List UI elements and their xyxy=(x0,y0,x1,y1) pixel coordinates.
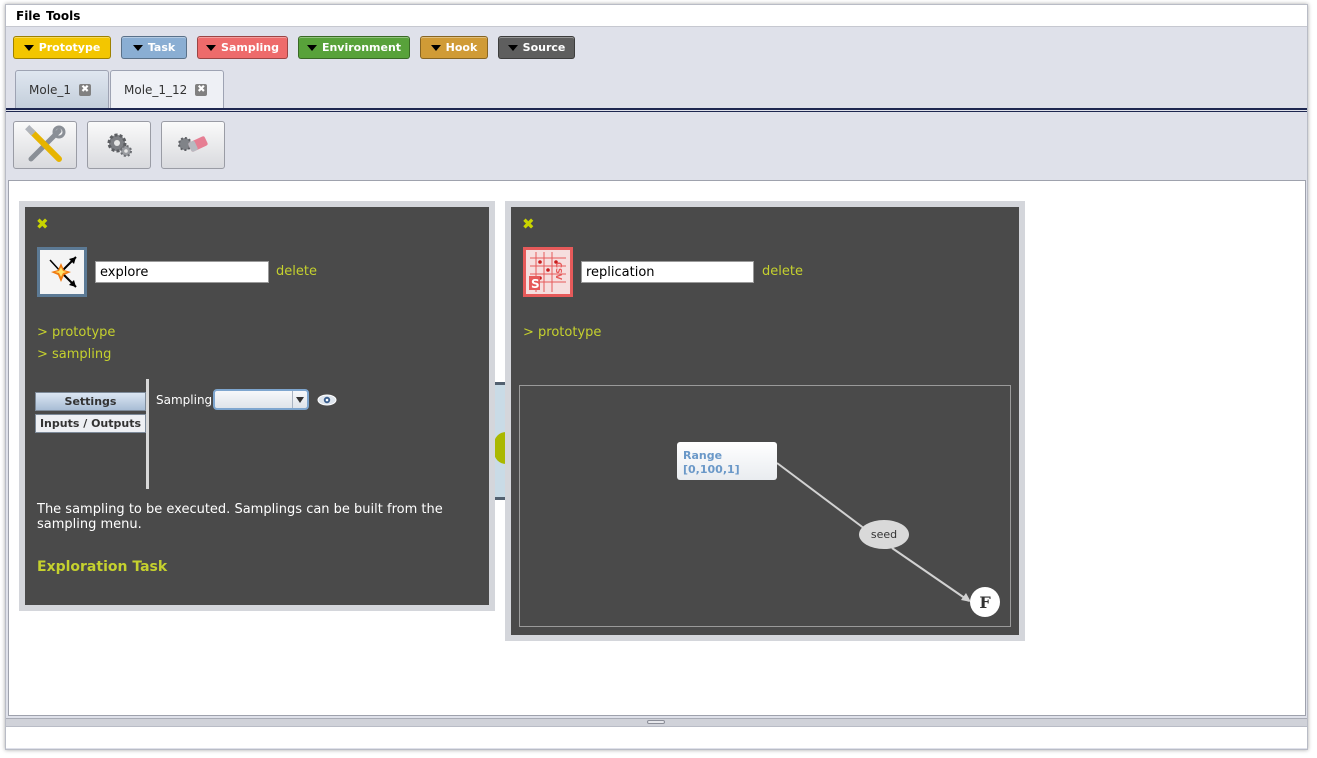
dropdown-arrow-icon xyxy=(430,44,441,51)
close-icon[interactable]: ✖ xyxy=(79,84,92,96)
sampling-description: The sampling to be executed. Samplings c… xyxy=(37,502,443,532)
sampling-link[interactable]: > sampling xyxy=(37,347,111,362)
task-type-label: Exploration Task xyxy=(37,559,168,575)
dropdown-arrow-icon xyxy=(507,44,518,51)
tab-label: Mole_1_12 xyxy=(124,83,188,97)
menu-bar: File Tools xyxy=(6,5,1307,27)
status-bar xyxy=(6,726,1307,748)
tab-mole-1-12[interactable]: Mole_1_12 ✖ xyxy=(110,70,224,109)
task-name-input[interactable] xyxy=(581,261,754,283)
svg-text:CSV: CSV xyxy=(554,262,563,281)
close-icon[interactable]: ✖ xyxy=(195,84,208,96)
tools-icon xyxy=(25,125,66,162)
prototype-link[interactable]: > prototype xyxy=(523,325,601,340)
svg-text:S: S xyxy=(531,277,540,291)
dropdown-arrow-icon xyxy=(306,44,317,51)
eraser-icon xyxy=(178,136,208,152)
environment-palette-button[interactable]: Environment xyxy=(298,36,410,59)
sampling-label: Sampling xyxy=(156,393,213,407)
final-node[interactable]: F xyxy=(970,587,1000,617)
gear-icon xyxy=(107,133,132,157)
eye-icon[interactable] xyxy=(317,394,337,406)
tab-label: Mole_1 xyxy=(29,83,72,97)
range-node-value: [0,100,1] xyxy=(683,463,740,476)
csv-sampling-icon[interactable]: S CSV xyxy=(523,247,573,297)
drag-handle-icon[interactable] xyxy=(647,720,665,724)
tab-inputs-outputs[interactable]: Inputs / Outputs xyxy=(35,414,146,433)
task-palette-button[interactable]: Task xyxy=(121,36,187,59)
dropdown-arrow-icon xyxy=(132,44,143,51)
delete-link[interactable]: delete xyxy=(276,264,317,279)
side-tab-divider xyxy=(146,379,149,489)
hook-palette-button[interactable]: Hook xyxy=(420,36,488,59)
build-tools-button[interactable] xyxy=(13,121,77,169)
range-node[interactable]: Range [0,100,1] xyxy=(677,442,777,480)
prototype-link[interactable]: > prototype xyxy=(37,325,115,340)
graph-edges xyxy=(776,462,971,602)
tab-mole-1[interactable]: Mole_1 ✖ xyxy=(15,70,109,109)
sampling-select[interactable] xyxy=(213,389,309,410)
replication-panel: ✖ S CSV delete > prototype Range [0,100,… xyxy=(511,207,1019,635)
prototype-palette-button[interactable]: Prototype xyxy=(13,36,111,59)
explore-panel: ✖ delete > prototype > sampling Settings… xyxy=(25,207,489,605)
menu-file[interactable]: File xyxy=(16,9,41,23)
sampling-palette-button[interactable]: Sampling xyxy=(197,36,288,59)
clean-button[interactable] xyxy=(161,121,225,169)
range-node-title: Range xyxy=(683,449,723,462)
tab-settings[interactable]: Settings xyxy=(35,392,146,411)
edge-range-seed xyxy=(776,462,866,530)
close-icon[interactable]: ✖ xyxy=(522,215,535,233)
source-palette-button[interactable]: Source xyxy=(498,36,575,59)
dropdown-arrow-icon xyxy=(23,44,34,51)
menu-tools[interactable]: Tools xyxy=(46,9,80,23)
settings-button[interactable] xyxy=(87,121,151,169)
split-divider[interactable] xyxy=(6,718,1307,726)
task-name-input[interactable] xyxy=(95,261,269,283)
tab-separator xyxy=(6,108,1307,112)
edge-seed-final xyxy=(891,547,970,602)
close-icon[interactable]: ✖ xyxy=(36,215,49,233)
exploration-task-icon[interactable] xyxy=(37,247,87,297)
delete-link[interactable]: delete xyxy=(762,264,803,279)
dropdown-arrow-icon xyxy=(206,44,217,51)
chevron-down-icon xyxy=(292,391,307,408)
seed-edge-label[interactable]: seed xyxy=(859,520,909,549)
sampling-graph-area: Range [0,100,1] seed F xyxy=(519,385,1011,627)
